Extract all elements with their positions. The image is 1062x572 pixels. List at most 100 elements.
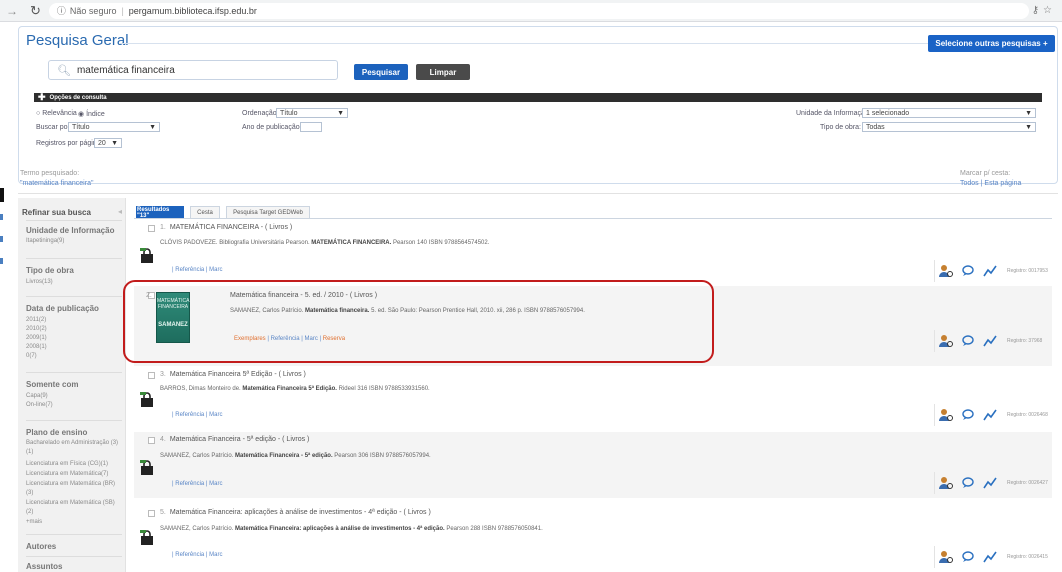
stats-icon[interactable]	[979, 547, 1001, 567]
facet-date-item[interactable]: 2008(1)	[26, 343, 47, 352]
clear-button[interactable]: Limpar	[416, 64, 470, 80]
result-row: 5. Matemática Financeira: aplicações à an…	[134, 500, 1052, 572]
forward-icon[interactable]: →	[6, 4, 18, 18]
facet-plan-item[interactable]: Bacharelado em Administração (3)(1)	[26, 439, 122, 456]
result-actions: Registro: 0026468	[934, 404, 1052, 426]
result-checkbox[interactable]	[148, 225, 155, 232]
result-checkbox[interactable]	[148, 437, 155, 444]
facet-plan-item[interactable]: Licenciatura em Matemática (BR)(3)	[26, 480, 122, 497]
reference-link[interactable]: Referência	[175, 552, 204, 558]
search-panel	[18, 26, 1058, 184]
collapse-icon[interactable]: ◂	[118, 207, 122, 216]
marc-link[interactable]: Marc	[209, 552, 222, 558]
facet-date-item[interactable]: 0(7)	[26, 352, 37, 361]
tab-target-gedweb[interactable]: Pesquisa Target GEDWeb	[226, 206, 310, 218]
result-actions: Registro: 37968	[934, 330, 1052, 352]
marc-link[interactable]: Marc	[209, 481, 222, 487]
facet-subjects[interactable]: Assuntos	[26, 562, 62, 571]
star-icon[interactable]: ☆	[1043, 5, 1056, 16]
stats-icon[interactable]	[979, 261, 1001, 281]
comment-icon[interactable]	[957, 261, 979, 281]
result-title[interactable]: 4. Matemática Financeira - 5ª edição - ( …	[160, 436, 309, 443]
user-search-icon[interactable]	[935, 331, 957, 351]
unit-value: 1 selecionado	[866, 109, 910, 117]
facet-only-with[interactable]: Somente com	[26, 380, 78, 389]
registro-number: Registro: 0026427	[1007, 480, 1048, 486]
other-searches-button[interactable]: Selecione outras pesquisas +	[928, 35, 1055, 52]
facet-date-item[interactable]: 2009(1)	[26, 334, 47, 343]
pub-year-input[interactable]	[300, 122, 322, 132]
search-by-value: Título	[72, 123, 90, 131]
facet-work-type-item[interactable]: Livros(13)	[26, 278, 53, 287]
facet-plan-item[interactable]: Licenciatura em Física (CG)(1)	[26, 460, 122, 469]
comment-icon[interactable]	[957, 331, 979, 351]
search-by-select[interactable]: Título ▼	[68, 122, 160, 132]
user-search-icon[interactable]	[935, 473, 957, 493]
facet-authors[interactable]: Autores	[26, 542, 56, 551]
reference-link[interactable]: Referência	[175, 412, 204, 418]
highlight-box	[123, 280, 714, 363]
book-lock-icon	[140, 248, 153, 263]
radio-index[interactable]: ◉ Índice	[78, 110, 105, 118]
info-icon[interactable]: ⓘ	[57, 4, 66, 17]
address-bar[interactable]: ⓘ Não seguro | pergamum.biblioteca.ifsp.…	[48, 2, 1029, 19]
key-icon[interactable]: ⚷	[1032, 5, 1043, 16]
result-author: BARROS, Dimas Monteiro de.	[160, 386, 241, 392]
page-title: Pesquisa Geral	[26, 32, 129, 49]
order-label: Ordenação:	[242, 110, 279, 117]
facet-plan-more[interactable]: +mais	[26, 518, 42, 527]
search-input[interactable]: 🔍︎ matemática financeira	[48, 60, 338, 80]
reference-link[interactable]: Referência	[175, 481, 204, 487]
result-title[interactable]: 1. MATEMÁTICA FINANCEIRA - ( Livros )	[160, 224, 292, 231]
mark-all-link[interactable]: Todos	[960, 180, 979, 187]
terms-label: Termo pesquisado:	[20, 170, 80, 177]
result-description: CLÓVIS PADOVEZE. Bibliografia Universitá…	[160, 240, 489, 246]
unit-select[interactable]: 1 selecionado ▼	[862, 108, 1036, 118]
marc-link[interactable]: Marc	[209, 267, 222, 273]
facet-pub-date[interactable]: Data de publicação	[26, 304, 99, 313]
result-title-text: Matemática Financeira - 5ª edição - ( Li…	[169, 436, 310, 443]
user-search-icon[interactable]	[935, 405, 957, 425]
facet-only-item[interactable]: Capa(9)	[26, 392, 48, 401]
order-select[interactable]: Título ▼	[276, 108, 348, 118]
facet-only-item[interactable]: On-line(7)	[26, 401, 53, 410]
stats-icon[interactable]	[979, 405, 1001, 425]
unit-label: Unidade da Informação:	[796, 110, 871, 117]
tab-results[interactable]: Resultados "13"	[136, 206, 184, 219]
result-title[interactable]: 5. Matemática Financeira: aplicações à an…	[160, 509, 431, 516]
comment-icon[interactable]	[957, 473, 979, 493]
user-search-icon[interactable]	[935, 261, 957, 281]
comment-icon[interactable]	[957, 405, 979, 425]
marc-link[interactable]: Marc	[209, 412, 222, 418]
facet-unit-item[interactable]: Itapetininga(9)	[26, 237, 64, 246]
user-search-icon[interactable]	[935, 547, 957, 567]
mark-page-link[interactable]: Esta página	[984, 180, 1021, 187]
facet-plan-item[interactable]: Licenciatura em Matemática(7)	[26, 470, 122, 479]
stats-icon[interactable]	[979, 331, 1001, 351]
radio-relevance[interactable]: ○ Relevância	[36, 110, 77, 117]
result-details: Pearson 288 ISBN 9788576050841.	[446, 526, 543, 532]
result-checkbox[interactable]	[148, 372, 155, 379]
facet-date-item[interactable]: 2011(2)	[26, 316, 46, 325]
reference-link[interactable]: Referência	[175, 267, 204, 273]
tab-basket[interactable]: Cesta	[190, 206, 220, 218]
work-type-select[interactable]: Todas ▼	[862, 122, 1036, 132]
search-button[interactable]: Pesquisar	[354, 64, 408, 80]
stats-icon[interactable]	[979, 473, 1001, 493]
options-bar[interactable]: ✚ Opções de consulta	[34, 92, 1042, 102]
per-page-select[interactable]: 20 ▼	[94, 138, 122, 148]
facet-plan-item[interactable]: Licenciatura em Matemática (SB)(2)	[26, 499, 122, 516]
facet-work-type[interactable]: Tipo de obra	[26, 266, 74, 275]
reload-icon[interactable]: ↻	[30, 3, 41, 19]
facet-unit[interactable]: Unidade de Informação	[26, 226, 114, 235]
comment-icon[interactable]	[957, 547, 979, 567]
result-checkbox[interactable]	[148, 510, 155, 517]
work-type-label: Tipo de obra:	[820, 124, 861, 131]
result-title[interactable]: 3. Matemática Financeira 5ª Edição - ( Li…	[160, 371, 306, 378]
pub-year-label: Ano de publicação:	[242, 124, 302, 131]
search-query: matemática financeira	[76, 64, 175, 76]
facet-date-item[interactable]: 2010(2)	[26, 325, 47, 334]
facet-teaching-plan[interactable]: Plano de ensino	[26, 428, 87, 437]
search-icon: 🔍︎	[57, 64, 71, 77]
result-description: SAMANEZ, Carlos Patrício. Matemática Fin…	[160, 526, 543, 532]
